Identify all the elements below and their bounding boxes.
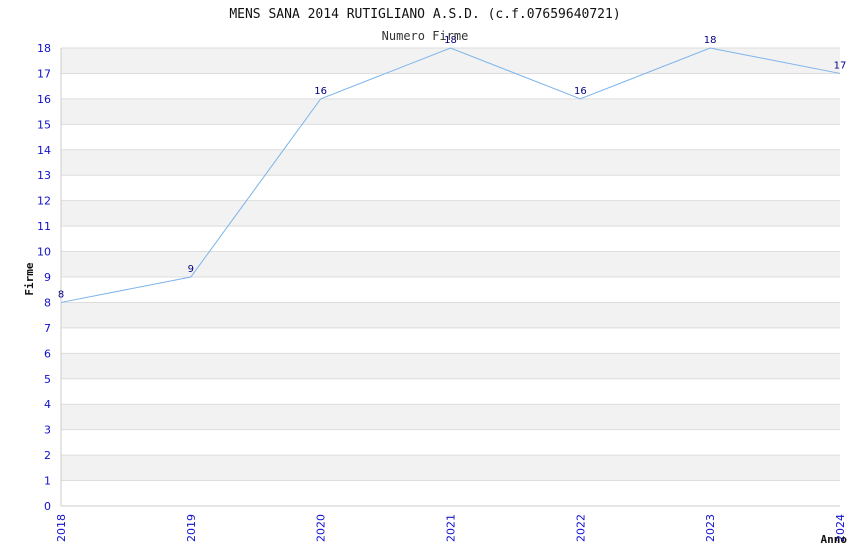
data-label: 17	[834, 60, 847, 71]
x-tick-label: 2019	[185, 514, 198, 542]
y-tick-label: 15	[37, 118, 51, 131]
grid-band	[61, 124, 840, 150]
grid-band	[61, 480, 840, 506]
grid-band	[61, 149, 840, 176]
y-tick-label: 11	[37, 220, 51, 233]
y-axis-ticks: 0123456789101112131415161718	[37, 42, 51, 513]
x-tick-label: 2021	[445, 514, 458, 542]
y-tick-label: 0	[44, 500, 51, 513]
x-tick-label: 2023	[704, 514, 717, 542]
y-tick-label: 7	[44, 322, 51, 335]
line-chart: 0123456789101112131415161718 2018 2019 202…	[23, 7, 848, 546]
y-tick-label: 12	[37, 195, 51, 208]
grid-band	[61, 455, 840, 481]
y-tick-label: 6	[44, 347, 51, 360]
y-tick-label: 8	[44, 296, 51, 309]
grid-band	[61, 200, 840, 227]
grid-band	[61, 404, 840, 430]
chart-subtitle: Numero Firme	[382, 29, 469, 43]
y-tick-label: 16	[37, 93, 51, 106]
data-label: 16	[314, 86, 327, 97]
data-label: 18	[704, 35, 717, 46]
grid-band	[61, 353, 840, 379]
grid-band	[61, 226, 840, 252]
grid-band	[61, 48, 840, 74]
y-axis-label: Firme	[23, 262, 36, 295]
grid-band	[61, 175, 840, 201]
grid-band	[61, 327, 840, 354]
grid-band	[61, 73, 840, 99]
y-tick-label: 14	[37, 144, 51, 157]
x-tick-label: 2018	[55, 514, 68, 542]
x-axis-ticks: 2018 2019 2020 2021 2022 2023 2024	[55, 514, 847, 542]
y-tick-label: 17	[37, 67, 51, 80]
y-tick-label: 4	[44, 398, 51, 411]
chart-title: MENS SANA 2014 RUTIGLIANO A.S.D. (c.f.07…	[229, 7, 620, 22]
x-tick-label: 2022	[574, 514, 587, 542]
grid-band	[61, 98, 840, 125]
y-tick-label: 5	[44, 373, 51, 386]
y-tick-label: 2	[44, 449, 51, 462]
y-tick-label: 10	[37, 246, 51, 259]
grid-band	[61, 378, 840, 405]
data-label: 16	[574, 86, 587, 97]
data-label: 8	[58, 289, 64, 300]
y-tick-label: 1	[44, 475, 51, 488]
x-tick-label: 2020	[315, 514, 328, 542]
y-tick-label: 3	[44, 424, 51, 437]
y-tick-label: 18	[37, 42, 51, 55]
grid-band	[61, 251, 840, 277]
grid-band	[61, 302, 840, 328]
x-axis-label: Anno	[821, 533, 848, 546]
data-label: 9	[188, 264, 194, 275]
grid-band	[61, 277, 840, 303]
grid-band	[61, 429, 840, 456]
y-tick-label: 13	[37, 169, 51, 182]
y-tick-label: 9	[44, 271, 51, 284]
